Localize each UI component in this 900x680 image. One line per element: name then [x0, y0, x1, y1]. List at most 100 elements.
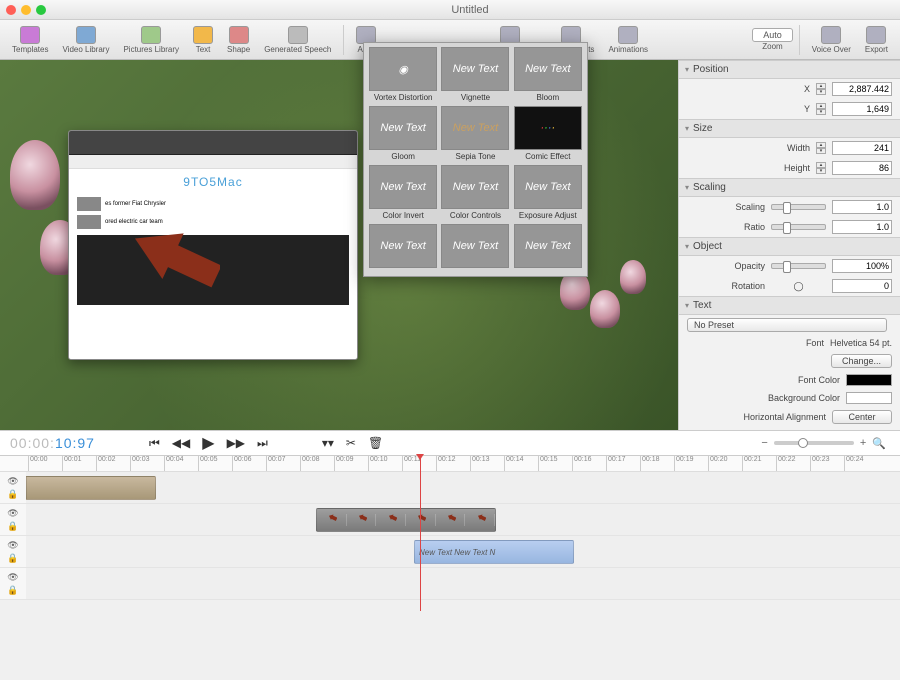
track-lock-icon[interactable]: 🔒: [7, 585, 18, 596]
speech-icon: [288, 26, 308, 44]
y-label: Y: [687, 104, 810, 114]
zoom-icon[interactable]: [36, 5, 46, 15]
effect-thumb[interactable]: New Text: [441, 106, 509, 150]
effect-thumb[interactable]: New Text: [369, 224, 437, 268]
step-back-button[interactable]: ◀◀: [172, 436, 190, 450]
h-align-label: Horizontal Alignment: [687, 412, 826, 422]
playhead[interactable]: [420, 456, 421, 611]
text-icon: [193, 26, 213, 44]
delete-button[interactable]: 🗑: [368, 436, 383, 450]
generated-speech-button[interactable]: Generated Speech: [258, 24, 337, 56]
text-preset-select[interactable]: No Preset: [687, 318, 887, 332]
audio-effects-icon: [561, 26, 581, 44]
scaling-input[interactable]: [832, 200, 892, 214]
search-icon[interactable]: 🔍: [872, 437, 886, 450]
video-library-button[interactable]: Video Library: [56, 24, 115, 56]
effect-thumb[interactable]: New Text: [514, 165, 582, 209]
pictures-library-button[interactable]: Pictures Library: [117, 24, 185, 56]
bg-color-label: Background Color: [687, 393, 840, 403]
effect-thumb[interactable]: New Text: [441, 47, 509, 91]
scaling-header[interactable]: Scaling: [679, 178, 900, 197]
background-clip[interactable]: Background: [26, 476, 156, 500]
effect-thumb[interactable]: New Text: [369, 106, 437, 150]
scaling-slider[interactable]: [771, 204, 826, 210]
opacity-label: Opacity: [687, 261, 765, 271]
ratio-slider[interactable]: [771, 224, 826, 230]
clip-preview-text: New Text New Text N: [419, 548, 495, 557]
zoom-in-button[interactable]: +: [860, 437, 866, 449]
track-lock-icon[interactable]: 🔒: [7, 489, 18, 500]
window-title: Untitled: [46, 4, 894, 16]
text-clip[interactable]: New Text New Text New Text N: [414, 540, 574, 564]
effect-thumb[interactable]: New Text: [514, 47, 582, 91]
object-header[interactable]: Object: [679, 237, 900, 256]
effect-label: Color Controls: [450, 209, 501, 222]
zoom-control[interactable]: AutoZoom: [752, 28, 793, 51]
zoom-out-button[interactable]: −: [761, 437, 767, 449]
track-visibility-icon[interactable]: 👁: [7, 572, 18, 583]
change-font-button[interactable]: Change...: [831, 354, 892, 368]
effect-thumb[interactable]: New Text: [441, 165, 509, 209]
size-header[interactable]: Size: [679, 119, 900, 138]
step-forward-button[interactable]: ▶▶: [227, 436, 245, 450]
split-button[interactable]: ✂: [346, 436, 356, 450]
zoom-slider[interactable]: [774, 441, 854, 445]
mic-icon: [821, 26, 841, 44]
effect-label: Color Invert: [382, 209, 423, 222]
window-controls: [6, 5, 46, 15]
effect-thumb[interactable]: ····: [514, 106, 582, 150]
font-color-swatch[interactable]: [846, 374, 892, 386]
h-align-select[interactable]: Center: [832, 410, 892, 424]
effect-thumb[interactable]: New Text: [441, 224, 509, 268]
x-label: X: [687, 84, 810, 94]
effect-thumb[interactable]: New Text: [369, 165, 437, 209]
rotation-label: Rotation: [687, 281, 765, 291]
rotation-input[interactable]: [832, 279, 892, 293]
effect-thumb[interactable]: New Text: [514, 224, 582, 268]
track-visibility-icon[interactable]: 👁: [7, 476, 18, 487]
goto-start-button[interactable]: ⏮: [149, 436, 160, 451]
voice-over-button[interactable]: Voice Over: [806, 24, 857, 56]
play-button[interactable]: ▶: [202, 433, 214, 453]
track-lock-icon[interactable]: 🔒: [7, 521, 18, 532]
ruler-mark: 00:08: [300, 456, 334, 471]
zoom-select[interactable]: Auto: [752, 28, 793, 42]
x-stepper[interactable]: ▴▾: [816, 83, 826, 95]
effect-thumb[interactable]: ◉: [369, 47, 437, 91]
width-input[interactable]: [832, 141, 892, 155]
goto-end-button[interactable]: ⏭: [257, 436, 268, 451]
close-icon[interactable]: [6, 5, 16, 15]
templates-button[interactable]: Templates: [6, 24, 54, 56]
minimize-icon[interactable]: [21, 5, 31, 15]
ruler-mark: 00:16: [572, 456, 606, 471]
y-stepper[interactable]: ▴▾: [816, 103, 826, 115]
width-stepper[interactable]: ▴▾: [816, 142, 826, 154]
arrow-annotation[interactable]: [100, 230, 220, 310]
shape-button[interactable]: Shape: [221, 24, 256, 56]
opacity-input[interactable]: [832, 259, 892, 273]
track-visibility-icon[interactable]: 👁: [7, 540, 18, 551]
markers-button[interactable]: ▾▾: [322, 436, 334, 450]
height-input[interactable]: [832, 161, 892, 175]
timeline-ruler[interactable]: 00:0000:0100:0200:0300:0400:0500:0600:07…: [0, 456, 900, 472]
y-input[interactable]: [832, 102, 892, 116]
effects-popover: ◉Vortex DistortionNew TextVignetteNew Te…: [363, 42, 588, 277]
bg-color-swatch[interactable]: [846, 392, 892, 404]
rotation-dial-icon[interactable]: ◯: [771, 281, 826, 292]
animations-button[interactable]: Animations: [602, 24, 654, 56]
ratio-input[interactable]: [832, 220, 892, 234]
text-header[interactable]: Text: [679, 296, 900, 315]
arrow-clip[interactable]: Arrow: [316, 508, 496, 532]
ruler-mark: 00:13: [470, 456, 504, 471]
track-lock-icon[interactable]: 🔒: [7, 553, 18, 564]
position-header[interactable]: Position: [679, 60, 900, 79]
text-button[interactable]: Text: [187, 24, 219, 56]
height-stepper[interactable]: ▴▾: [816, 162, 826, 174]
track-row: 👁 🔒 Background: [0, 472, 900, 504]
opacity-slider[interactable]: [771, 263, 826, 269]
export-button[interactable]: Export: [859, 24, 894, 56]
ruler-mark: 00:02: [96, 456, 130, 471]
ratio-label: Ratio: [687, 222, 765, 232]
x-input[interactable]: [832, 82, 892, 96]
track-visibility-icon[interactable]: 👁: [7, 508, 18, 519]
